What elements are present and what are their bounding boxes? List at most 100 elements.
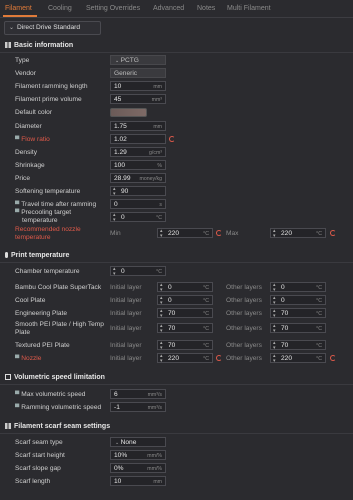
other-layers-label: Other layers <box>226 355 262 362</box>
ramming-length-input[interactable]: 10 mm <box>110 81 166 91</box>
precool-temp-input[interactable]: ▴ ▾ 0 °C <box>110 212 166 222</box>
other-layers-temp-input[interactable]: ▴ ▾ 70 °C <box>270 340 326 350</box>
initial-layer-label: Initial layer <box>110 297 142 304</box>
softening-temp-input[interactable]: ▴ ▾ 90 <box>110 186 166 196</box>
shrinkage-input[interactable]: 100% <box>110 160 166 170</box>
spin-arrows-icon[interactable]: ▴ ▾ <box>160 229 163 239</box>
max-volumetric-speed-label: ▀ Max volumetric speed <box>15 391 86 398</box>
ramming-volumetric-speed-input[interactable]: -1 mm³/s <box>110 402 166 412</box>
other-layers-temp-input[interactable]: ▴ ▾ 220 °C <box>270 353 326 363</box>
scarf-slope-gap-input[interactable]: 0% mm/% <box>110 463 166 473</box>
tab-setting-overrides[interactable]: Setting Overrides <box>86 5 140 12</box>
value: 0 <box>121 268 125 275</box>
prime-volume-label: Filament prime volume <box>15 96 82 103</box>
spin-arrows-icon[interactable]: ▴ ▾ <box>160 283 163 293</box>
tab-advanced[interactable]: Advanced <box>153 5 184 12</box>
scarf-seam-type-label: Scarf seam type <box>15 439 63 446</box>
other-layers-temp-input[interactable]: ▴ ▾ 70 °C <box>270 323 326 333</box>
filament-icon: ▀ <box>15 405 20 411</box>
reset-icon[interactable] <box>169 136 175 142</box>
travel-time-input[interactable]: 0s <box>110 199 166 209</box>
spin-arrows-icon[interactable]: ▴ ▾ <box>273 283 276 293</box>
spin-arrows-icon[interactable]: ▴ ▾ <box>273 324 276 334</box>
plate-label: Bambu Cool Plate SuperTack <box>15 284 102 291</box>
price-input[interactable]: 28.99 money/kg <box>110 173 166 183</box>
value: 0 <box>168 284 172 291</box>
value: 45 <box>114 96 122 103</box>
spin-arrows-icon[interactable]: ▴ ▾ <box>113 187 116 197</box>
nozzle-max-input[interactable]: ▴ ▾ 220 °C <box>270 228 326 238</box>
tab-filament[interactable]: Filament <box>5 5 32 12</box>
reset-icon[interactable] <box>216 230 222 236</box>
initial-layer-temp-input[interactable]: ▴ ▾ 70 °C <box>157 340 213 350</box>
filament-icon: ▀ <box>15 202 20 208</box>
tab-notes[interactable]: Notes <box>197 5 215 12</box>
unit: °C <box>203 342 209 349</box>
value: 70 <box>281 325 289 332</box>
tab-multi-filament[interactable]: Multi Filament <box>227 5 271 12</box>
scarf-start-height-input[interactable]: 10% mm/% <box>110 450 166 460</box>
spin-arrows-icon[interactable]: ▴ ▾ <box>160 324 163 334</box>
softening-temp-label: Softening temperature <box>15 188 81 195</box>
initial-layer-temp-input[interactable]: ▴ ▾ 70 °C <box>157 323 213 333</box>
tab-cooling[interactable]: Cooling <box>48 5 72 12</box>
value: 220 <box>281 355 293 362</box>
value: 0 <box>281 297 285 304</box>
spin-arrows-icon[interactable]: ▴ ▾ <box>113 267 116 277</box>
value: 6 <box>114 391 118 398</box>
other-layers-temp-input[interactable]: ▴ ▾ 70 °C <box>270 308 326 318</box>
scarf-length-input[interactable]: 10 mm <box>110 476 166 486</box>
other-layers-temp-input[interactable]: ▴ ▾ 0 °C <box>270 282 326 292</box>
default-color-swatch[interactable] <box>110 108 147 117</box>
tab-bar: Filament Cooling Setting Overrides Advan… <box>0 0 353 17</box>
spin-arrows-icon[interactable]: ▴ ▾ <box>273 354 276 364</box>
flow-ratio-input[interactable]: 1.02 <box>110 134 166 144</box>
max-volumetric-speed-input[interactable]: 6 mm³/s <box>110 389 166 399</box>
value: 220 <box>168 230 180 237</box>
nozzle-min-input[interactable]: ▴ ▾ 220 °C <box>157 228 213 238</box>
other-layers-label: Other layers <box>226 284 262 291</box>
plate-label: Smooth PEI Plate / High Temp <box>15 321 104 328</box>
initial-layer-temp-input[interactable]: ▴ ▾ 0 °C <box>157 282 213 292</box>
other-layers-temp-input[interactable]: ▴ ▾ 0 °C <box>270 295 326 305</box>
density-input[interactable]: 1.29 g/cm³ <box>110 147 166 157</box>
initial-layer-temp-input[interactable]: ▴ ▾ 0 °C <box>157 295 213 305</box>
unit: g/cm³ <box>149 149 162 156</box>
reset-icon[interactable] <box>216 355 222 361</box>
default-color-label: Default color <box>15 109 53 116</box>
spin-arrows-icon[interactable]: ▴ ▾ <box>160 354 163 364</box>
initial-layer-label: Initial layer <box>110 325 142 332</box>
spin-arrows-icon[interactable]: ▴ ▾ <box>160 309 163 319</box>
preset-dropdown[interactable]: ⌄ Direct Drive Standard <box>4 21 101 35</box>
diameter-input[interactable]: 1.75 mm <box>110 121 166 131</box>
type-field: ⌄ PCTG <box>110 55 166 65</box>
divider <box>0 262 353 263</box>
unit: °C <box>316 342 322 349</box>
spin-arrows-icon[interactable]: ▴ ▾ <box>160 341 163 351</box>
spin-arrows-icon[interactable]: ▴ ▾ <box>273 229 276 239</box>
section-title: Volumetric speed limitation <box>14 374 105 381</box>
type-label: Type <box>15 57 30 64</box>
spin-arrows-icon[interactable]: ▴ ▾ <box>273 296 276 306</box>
spin-arrows-icon[interactable]: ▴ ▾ <box>273 341 276 351</box>
vendor-label: Vendor <box>15 70 36 77</box>
filament-icon: ▀ <box>15 392 20 398</box>
value: -1 <box>114 404 120 411</box>
chamber-temp-input[interactable]: ▴ ▾ 0 °C <box>110 266 166 276</box>
scarf-seam-type-select[interactable]: ⌄ None <box>110 437 166 447</box>
flow-ratio-label: ▀ Flow ratio <box>15 136 50 143</box>
reset-icon[interactable] <box>330 230 336 236</box>
reset-icon[interactable] <box>330 355 336 361</box>
plate-label: Textured PEI Plate <box>15 342 70 349</box>
spin-arrows-icon[interactable]: ▴ ▾ <box>273 309 276 319</box>
initial-layer-temp-input[interactable]: ▴ ▾ 220 °C <box>157 353 213 363</box>
value: 0 <box>168 297 172 304</box>
prime-volume-input[interactable]: 45 mm³ <box>110 94 166 104</box>
tab-divider <box>0 17 353 18</box>
value: 0 <box>281 284 285 291</box>
initial-layer-temp-input[interactable]: ▴ ▾ 70 °C <box>157 308 213 318</box>
spin-arrows-icon[interactable]: ▴ ▾ <box>113 213 116 223</box>
section-title: Print temperature <box>11 252 70 259</box>
speed-icon <box>5 374 11 380</box>
spin-arrows-icon[interactable]: ▴ ▾ <box>160 296 163 306</box>
